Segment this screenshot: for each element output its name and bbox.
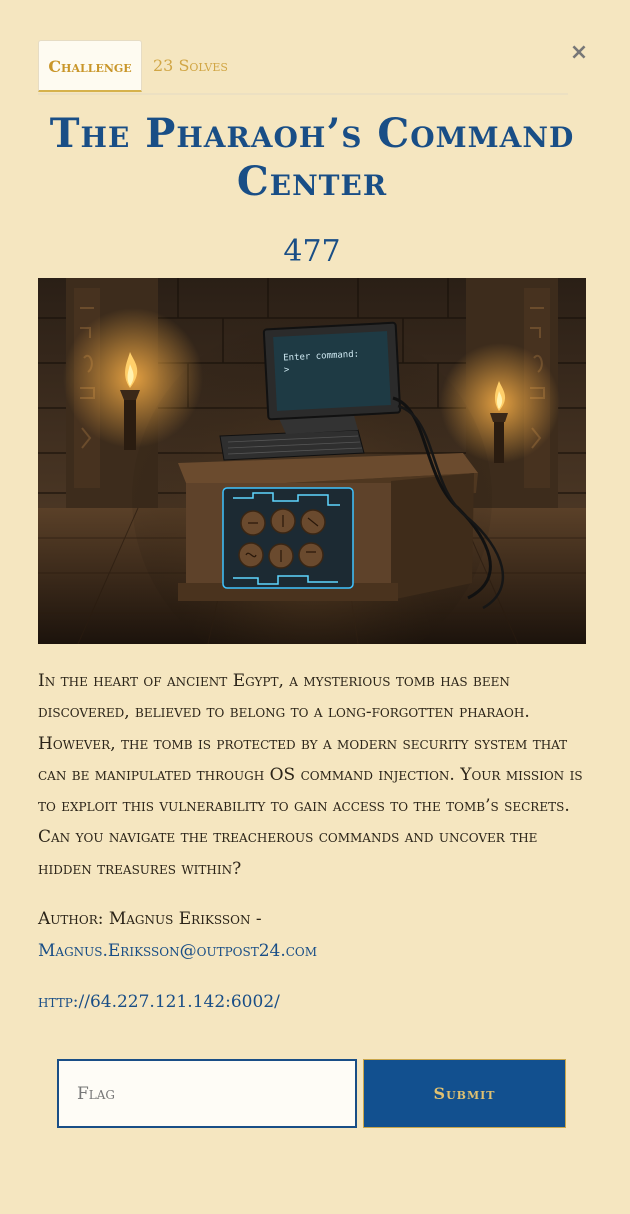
- flag-input[interactable]: [57, 1059, 357, 1128]
- challenge-author: Author: Magnus Eriksson - Magnus.Eriksso…: [38, 903, 594, 967]
- challenge-title: The Pharaoh’s Command Center: [49, 110, 575, 205]
- tab-solves[interactable]: 23 Solves: [153, 40, 228, 92]
- challenge-url: http://64.227.121.142:6002/: [38, 986, 280, 1018]
- modal-tabs: Challenge 23 Solves: [38, 40, 568, 95]
- challenge-points: 477: [283, 234, 341, 269]
- author-name: Author: Magnus Eriksson -: [38, 909, 262, 929]
- author-email-link[interactable]: Magnus.Eriksson@outpost24.com: [38, 941, 317, 961]
- tab-challenge[interactable]: Challenge: [38, 40, 142, 92]
- close-icon[interactable]: ×: [568, 40, 590, 66]
- challenge-modal: Challenge 23 Solves × The Pharaoh’s Comm…: [0, 0, 630, 1214]
- submit-button[interactable]: Submit: [363, 1059, 566, 1128]
- challenge-url-link[interactable]: http://64.227.121.142:6002/: [38, 992, 280, 1012]
- challenge-description: In the heart of ancient Egypt, a mysteri…: [38, 671, 583, 879]
- tomb-terminal-illustration: Enter command: >: [38, 278, 586, 644]
